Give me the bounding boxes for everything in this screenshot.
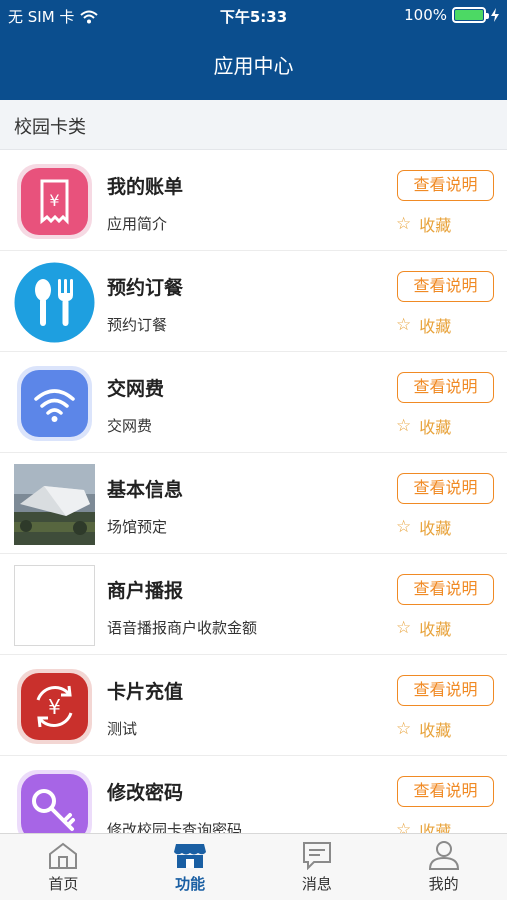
star-icon: ☆ (396, 315, 412, 335)
app-item-meal-booking[interactable]: 预约订餐 预约订餐 查看说明 ☆ 收藏 (0, 251, 507, 352)
key-icon (17, 770, 92, 833)
favorite-toggle[interactable]: ☆ 收藏 (396, 212, 451, 236)
tab-bar: 首页 功能 消息 我的 (0, 833, 507, 900)
fork-spoon-icon (14, 262, 95, 343)
app-name: 修改密码 (107, 782, 184, 804)
tab-home[interactable]: 首页 (0, 834, 127, 900)
svg-text:¥: ¥ (49, 191, 59, 210)
star-icon: ☆ (396, 214, 412, 234)
view-details-button[interactable]: 查看说明 (397, 574, 494, 605)
favorite-label: 收藏 (419, 519, 452, 538)
svg-text:¥: ¥ (48, 695, 61, 719)
app-item-network-fee[interactable]: 交网费 交网费 查看说明 ☆ 收藏 (0, 352, 507, 453)
tab-me[interactable]: 我的 (380, 834, 507, 900)
tab-label: 首页 (48, 875, 79, 893)
app-name: 卡片充值 (107, 681, 184, 703)
blank-icon (14, 565, 95, 646)
app-name: 商户播报 (107, 580, 184, 602)
home-icon (49, 842, 78, 869)
page-title: 应用中心 (213, 54, 294, 78)
tab-label: 消息 (301, 875, 332, 893)
view-details-button[interactable]: 查看说明 (397, 675, 494, 706)
app-name: 预约订餐 (107, 277, 184, 299)
app-desc: 应用简介 (107, 215, 168, 233)
star-icon: ☆ (396, 820, 412, 833)
battery-percent: 100% (404, 6, 447, 24)
favorite-label: 收藏 (419, 216, 452, 235)
favorite-toggle[interactable]: ☆ 收藏 (396, 818, 451, 833)
star-icon: ☆ (396, 416, 412, 436)
person-icon (428, 841, 459, 870)
star-icon: ☆ (396, 618, 412, 638)
tab-label: 功能 (175, 875, 206, 893)
app-name: 我的账单 (107, 176, 184, 198)
battery-status: 100% (404, 6, 499, 24)
app-desc: 场馆预定 (107, 518, 168, 536)
app-item-my-bill[interactable]: ¥ 我的账单 应用简介 查看说明 ☆ 收藏 (0, 150, 507, 251)
top-bar: 无 SIM 卡 下午5:33 100% 应用中心 (0, 0, 507, 100)
app-item-card-recharge[interactable]: ¥ 卡片充值 测试 查看说明 ☆ 收藏 (0, 655, 507, 756)
favorite-toggle[interactable]: ☆ 收藏 (396, 717, 451, 741)
star-icon: ☆ (396, 719, 412, 739)
section-header: 校园卡类 (0, 100, 507, 150)
app-desc: 交网费 (107, 417, 153, 435)
yen-recharge-icon: ¥ (17, 669, 92, 744)
favorite-toggle[interactable]: ☆ 收藏 (396, 616, 451, 640)
building-photo (14, 464, 95, 545)
favorite-label: 收藏 (419, 620, 452, 639)
app-name: 交网费 (107, 378, 165, 400)
favorite-label: 收藏 (419, 418, 452, 437)
charging-icon (491, 8, 499, 22)
favorite-toggle[interactable]: ☆ 收藏 (396, 414, 451, 438)
app-name: 基本信息 (107, 479, 184, 501)
favorite-label: 收藏 (419, 317, 452, 336)
app-item-change-password[interactable]: 修改密码 修改校园卡查询密码 查看说明 ☆ 收藏 (0, 756, 507, 833)
app-list[interactable]: ¥ 我的账单 应用简介 查看说明 ☆ 收藏 预约订餐 预约订餐 查看说明 ☆ 收… (0, 150, 507, 833)
view-details-button[interactable]: 查看说明 (397, 473, 494, 504)
bill-icon: ¥ (17, 164, 92, 239)
app-desc: 语音播报商户收款金额 (107, 619, 258, 637)
app-item-merchant-broadcast[interactable]: 商户播报 语音播报商户收款金额 查看说明 ☆ 收藏 (0, 554, 507, 655)
favorite-label: 收藏 (419, 721, 452, 740)
status-bar: 无 SIM 卡 下午5:33 100% (0, 0, 507, 30)
app-desc: 测试 (107, 720, 138, 738)
app-desc: 预约订餐 (107, 316, 168, 334)
app-item-basic-info[interactable]: 基本信息 场馆预定 查看说明 ☆ 收藏 (0, 453, 507, 554)
view-details-button[interactable]: 查看说明 (397, 170, 494, 201)
favorite-toggle[interactable]: ☆ 收藏 (396, 313, 451, 337)
battery-icon (452, 7, 489, 23)
view-details-button[interactable]: 查看说明 (397, 372, 494, 403)
wifi-icon (17, 366, 92, 441)
app-desc: 修改校园卡查询密码 (107, 821, 243, 833)
tab-label: 我的 (428, 875, 459, 893)
tab-messages[interactable]: 消息 (254, 834, 381, 900)
view-details-button[interactable]: 查看说明 (397, 776, 494, 807)
tab-function[interactable]: 功能 (127, 834, 254, 900)
view-details-button[interactable]: 查看说明 (397, 271, 494, 302)
store-icon (174, 844, 207, 868)
favorite-label: 收藏 (419, 822, 452, 833)
star-icon: ☆ (396, 517, 412, 537)
message-icon (302, 842, 331, 870)
favorite-toggle[interactable]: ☆ 收藏 (396, 515, 451, 539)
